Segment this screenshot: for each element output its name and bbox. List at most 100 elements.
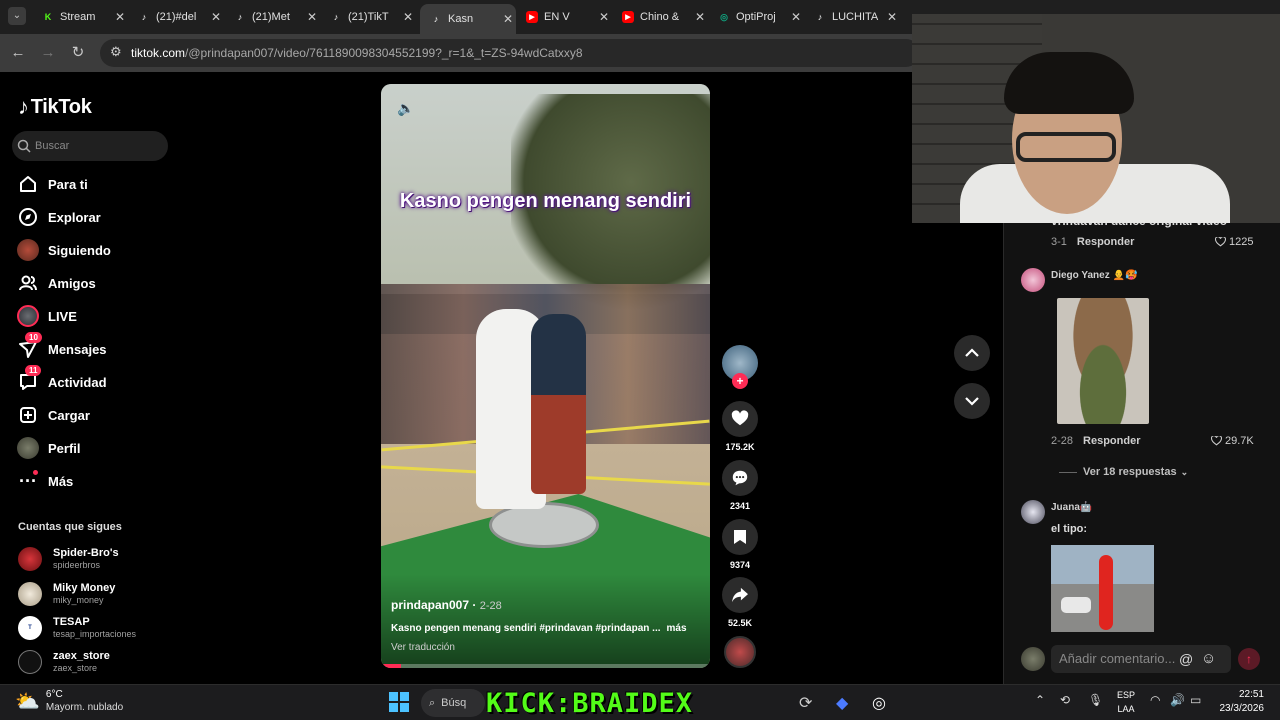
like-button[interactable]: 175.2K	[722, 401, 758, 452]
nav-para-ti[interactable]: Para ti	[16, 171, 88, 197]
nav-perfil[interactable]: Perfil	[16, 435, 81, 461]
tab-close-icon[interactable]: ✕	[112, 10, 128, 24]
tray-chevron-up-icon[interactable]: ⌃	[1035, 693, 1045, 707]
battery-icon[interactable]: ▭	[1190, 693, 1201, 707]
tab-title: Chino &	[640, 11, 680, 23]
following-account[interactable]: Spider-Bro's spideerbros	[18, 544, 119, 574]
nav-mensajes[interactable]: 10 Mensajes	[16, 332, 107, 362]
more-link[interactable]: más	[667, 623, 687, 634]
browser-tab[interactable]: ♪ (21)TikT ✕	[320, 6, 416, 28]
commenter-name[interactable]: Juana🤖	[1051, 502, 1092, 513]
comment-like-button[interactable]: 1225	[1215, 236, 1253, 248]
following-account[interactable]: zaex_store zaex_store	[18, 647, 110, 677]
home-icon	[16, 172, 40, 196]
nav-label: Siguiendo	[48, 242, 111, 258]
tiktok-logo[interactable]: ♪ TikTok	[18, 94, 92, 120]
browser-tab[interactable]: ◎ OptiProj ✕	[708, 6, 804, 28]
commenter-name[interactable]: Diego Yanez 🧑‍🦲🥵	[1051, 270, 1137, 281]
chevron-up-icon	[965, 348, 979, 357]
previous-video-button[interactable]	[954, 335, 990, 371]
view-replies-button[interactable]: Ver 18 respuestas ⌄	[1059, 466, 1188, 478]
nav-amigos[interactable]: Amigos	[16, 270, 96, 296]
taskbar-search-label: Búsq	[441, 697, 467, 709]
send-icon[interactable]: ↑	[1238, 648, 1260, 670]
windows-start-icon[interactable]	[389, 692, 409, 712]
volume-icon[interactable]: 🔈	[397, 100, 414, 117]
browser-tab[interactable]: ♪ LUCHITA ✕	[804, 6, 900, 28]
browser-tab[interactable]: K Stream ✕	[32, 6, 128, 28]
comment-image-tube-man[interactable]	[1051, 545, 1154, 632]
taskbar-search[interactable]: ⌕ Búsq	[421, 689, 485, 717]
music-disc[interactable]	[722, 636, 758, 668]
tab-close-icon[interactable]: ✕	[500, 12, 516, 26]
tiktok-icon: ♪	[141, 12, 147, 22]
account-name: zaex_store	[53, 650, 110, 662]
app-icon[interactable]: ◎	[872, 693, 886, 713]
reply-button[interactable]: Responder	[1077, 236, 1134, 248]
nav-siguiendo[interactable]: Siguiendo	[16, 237, 111, 263]
browser-tab[interactable]: ♪ Kasn ✕	[420, 4, 516, 34]
next-video-button[interactable]	[954, 383, 990, 419]
nav-cargar[interactable]: Cargar	[16, 402, 90, 428]
nav-actividad[interactable]: 11 Actividad	[16, 365, 107, 395]
following-account[interactable]: T TESAP tesap_importaciones	[18, 613, 136, 643]
author-name: prindapan007	[391, 598, 470, 612]
commenter-avatar[interactable]	[1021, 268, 1045, 292]
tiktok-icon: ♪	[433, 14, 439, 24]
tab-close-icon[interactable]: ✕	[304, 10, 320, 24]
video-author[interactable]: prindapan007 · 2-28	[391, 598, 502, 612]
date: 23/3/2026	[1219, 703, 1265, 714]
reload-icon[interactable]: ↻	[68, 43, 88, 63]
browser-tab[interactable]: ▶ EN V ✕	[516, 6, 612, 28]
tab-close-icon[interactable]: ✕	[208, 10, 224, 24]
forward-icon[interactable]: →	[38, 43, 58, 63]
mention-icon[interactable]: @	[1179, 651, 1193, 667]
site-info-icon[interactable]: ⚙	[110, 44, 122, 60]
wifi-icon[interactable]: ◠	[1150, 693, 1160, 707]
tab-close-icon[interactable]: ✕	[884, 10, 900, 24]
url-bar[interactable]: ⚙ tiktok.com/@prindapan007/video/7611890…	[100, 39, 920, 67]
tab-search-icon[interactable]: ⌄	[8, 7, 26, 25]
commenter-avatar[interactable]	[1021, 500, 1045, 524]
sync-icon[interactable]: ⟲	[1060, 693, 1070, 707]
search-input[interactable]: Buscar	[12, 131, 168, 161]
chevron-down-icon: ⌄	[1180, 466, 1189, 477]
reply-button[interactable]: Responder	[1083, 435, 1140, 447]
language-indicator[interactable]: ESP LAA	[1114, 688, 1138, 716]
account-avatar: T	[18, 616, 42, 640]
app-icon[interactable]: ◆	[836, 693, 848, 713]
comment-like-count: 29.7K	[1225, 435, 1254, 447]
save-button[interactable]: 9374	[722, 519, 758, 570]
browser-tab[interactable]: ▶ Chino & ✕	[612, 6, 708, 28]
browser-tab[interactable]: ♪ (21)#del ✕	[128, 6, 224, 28]
taskbar-clock[interactable]: 22:51 23/3/2026	[1218, 688, 1265, 716]
comment-date: 2-28	[1051, 435, 1074, 447]
comment-button[interactable]: 2341	[722, 460, 758, 511]
comment-image-crocodile[interactable]	[1057, 298, 1149, 424]
following-account[interactable]: Miky Money miky_money	[18, 579, 115, 609]
user-avatar	[1021, 647, 1045, 671]
back-icon[interactable]: ←	[8, 43, 28, 63]
comment-like-button[interactable]: 29.7K	[1211, 435, 1254, 447]
volume-icon[interactable]: 🔊	[1170, 693, 1185, 707]
video-player[interactable]: 🔈 Kasno pengen menang sendiri prindapan0…	[381, 84, 710, 668]
video-progress-bar[interactable]	[381, 664, 710, 668]
weather-widget[interactable]: ⛅ 6°C Mayorm. nublado	[15, 688, 123, 714]
tab-close-icon[interactable]: ✕	[400, 10, 416, 24]
microphone-icon[interactable]: 🎙	[1088, 693, 1103, 707]
browser-tab[interactable]: ♪ (21)Met ✕	[224, 6, 320, 28]
nav-explorar[interactable]: Explorar	[16, 204, 101, 230]
translate-link[interactable]: Ver traducción	[391, 642, 455, 653]
follow-plus-icon[interactable]: +	[732, 373, 748, 389]
nav-mas[interactable]: ··· Más	[16, 468, 73, 494]
share-button[interactable]: 52.5K	[722, 577, 758, 628]
tab-close-icon[interactable]: ✕	[596, 10, 612, 24]
kick-overlay-text: KICK:BRAIDEX	[486, 687, 694, 719]
creator-avatar[interactable]: +	[722, 345, 758, 389]
nav-live[interactable]: LIVE	[16, 303, 77, 329]
tab-close-icon[interactable]: ✕	[788, 10, 804, 24]
tiktok-icon: ♪	[333, 12, 339, 22]
emoji-icon[interactable]: ☺	[1201, 650, 1216, 667]
tab-close-icon[interactable]: ✕	[692, 10, 708, 24]
app-icon[interactable]: ⟳	[799, 693, 812, 713]
